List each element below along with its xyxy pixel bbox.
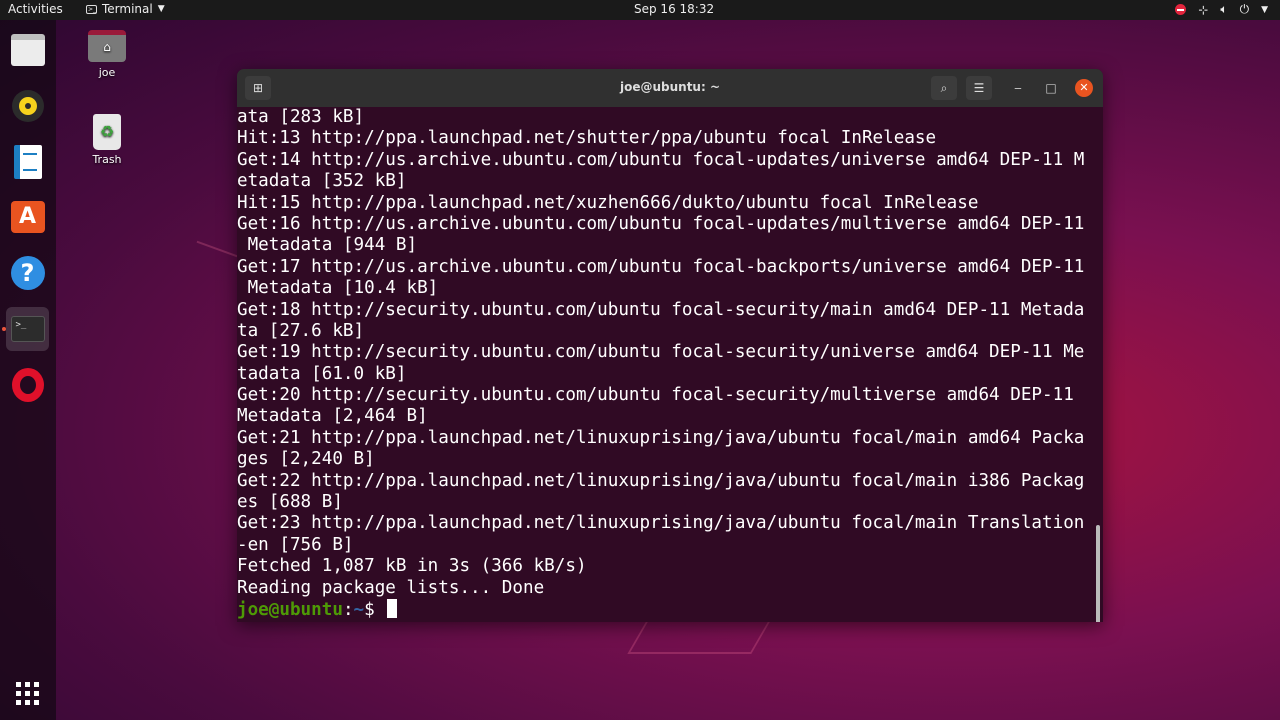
files-icon xyxy=(10,34,45,66)
terminal-line: Get:18 http://security.ubuntu.com/ubuntu… xyxy=(237,299,1085,320)
search-button[interactable]: ⌕ xyxy=(931,76,957,100)
terminal-line: Get:21 http://ppa.launchpad.net/linuxupr… xyxy=(237,427,1085,448)
terminal-line: Get:14 http://us.archive.ubuntu.com/ubun… xyxy=(237,149,1085,170)
chevron-down-icon: ▼ xyxy=(157,4,165,14)
terminal-titlebar[interactable]: ⊞ joe@ubuntu: ~ ⌕ ☰ ‒ □ ✕ xyxy=(237,69,1103,107)
volume-icon[interactable]: 🔈︎ xyxy=(1220,2,1227,17)
terminal-icon: >_ xyxy=(10,316,45,342)
terminal-line: ta [27.6 kB] xyxy=(237,320,365,341)
terminal-line: Get:23 http://ppa.launchpad.net/linuxupr… xyxy=(237,513,1085,534)
show-applications-button[interactable] xyxy=(6,671,49,715)
activities-button[interactable]: Activities xyxy=(8,2,63,16)
desktop-home-folder[interactable]: ⌂ joe xyxy=(77,30,137,79)
close-icon: ✕ xyxy=(1079,81,1089,94)
terminal-line: Get:17 http://us.archive.ubuntu.com/ubun… xyxy=(237,256,1085,277)
close-button[interactable]: ✕ xyxy=(1075,79,1093,97)
terminal-output[interactable]: ata [283 kB] Hit:13 http://ppa.launchpad.… xyxy=(237,107,1103,622)
hamburger-menu-icon: ☰ xyxy=(973,81,985,95)
top-bar: Activities >_ Terminal ▼ Sep 16 18:32 ⊹ … xyxy=(0,0,1280,20)
rhythmbox-icon xyxy=(11,90,44,122)
terminal-line: Hit:13 http://ppa.launchpad.net/shutter/… xyxy=(237,128,937,149)
network-icon[interactable]: ⊹ xyxy=(1198,3,1208,17)
opera-icon xyxy=(11,368,44,402)
clock[interactable]: Sep 16 18:32 xyxy=(634,2,714,16)
terminal-line: Get:16 http://us.archive.ubuntu.com/ubun… xyxy=(237,213,1085,234)
terminal-line: tadata [61.0 kB] xyxy=(237,363,407,384)
do-not-disturb-icon[interactable] xyxy=(1175,4,1187,15)
prompt-path: ~ xyxy=(353,599,365,620)
prompt-user-host: joe@ubuntu xyxy=(237,599,343,620)
app-menu[interactable]: >_ Terminal ▼ xyxy=(86,2,165,16)
scrollbar[interactable] xyxy=(1096,525,1100,622)
chevron-down-icon[interactable]: ▼ xyxy=(1261,5,1268,15)
prompt-symbol: $ xyxy=(364,599,386,620)
dock-files[interactable] xyxy=(6,28,49,72)
terminal-line: Get:20 http://security.ubuntu.com/ubuntu… xyxy=(237,385,1074,406)
terminal-line: Metadata [944 B] xyxy=(237,235,418,256)
trash-icon: ♻ xyxy=(93,114,121,150)
terminal-line: es [688 B] xyxy=(237,492,343,513)
running-indicator xyxy=(2,327,6,331)
dock-software[interactable]: A xyxy=(6,195,49,239)
dock: A ? >_ xyxy=(0,20,56,720)
dock-writer[interactable] xyxy=(6,140,49,184)
terminal-line: Reading package lists... Done xyxy=(237,577,545,598)
terminal-line: -en [756 B] xyxy=(237,534,354,555)
dock-terminal[interactable]: >_ xyxy=(2,307,49,351)
terminal-line: ges [2,240 B] xyxy=(237,449,375,470)
maximize-button[interactable]: □ xyxy=(1042,79,1060,97)
terminal-line: Get:22 http://ppa.launchpad.net/linuxupr… xyxy=(237,470,1085,491)
terminal-line: ata [283 kB] xyxy=(237,107,365,127)
menu-button[interactable]: ☰ xyxy=(966,76,992,100)
terminal-icon: >_ xyxy=(86,4,97,14)
minimize-button[interactable]: ‒ xyxy=(1009,79,1027,97)
power-icon[interactable]: ⏻ xyxy=(1240,2,1250,17)
help-icon: ? xyxy=(10,256,45,290)
terminal-window[interactable]: ⊞ joe@ubuntu: ~ ⌕ ☰ ‒ □ ✕ ata [283 kB] Hi… xyxy=(237,69,1103,622)
text-cursor xyxy=(387,598,398,618)
app-menu-label: Terminal xyxy=(102,2,153,16)
terminal-line: Hit:15 http://ppa.launchpad.net/xuzhen66… xyxy=(237,192,979,213)
desktop-icon-label: Trash xyxy=(92,153,122,166)
terminal-line: Fetched 1,087 kB in 3s (366 kB/s) xyxy=(237,556,587,577)
search-icon: ⌕ xyxy=(940,81,948,95)
home-folder-icon: ⌂ xyxy=(88,30,126,62)
system-tray[interactable]: ⊹ 🔈︎ ⏻ ▼ xyxy=(1175,2,1268,17)
ubuntu-software-icon: A xyxy=(10,201,45,233)
desktop-icon-label: joe xyxy=(98,66,116,79)
prompt-separator: : xyxy=(342,599,354,620)
libreoffice-writer-icon xyxy=(13,145,42,179)
terminal-line: etadata [352 kB] xyxy=(237,171,407,192)
prompt-line[interactable]: joe@ubuntu:~$ xyxy=(237,598,1103,620)
terminal-lines: ata [283 kB] Hit:13 http://ppa.launchpad.… xyxy=(237,107,1103,599)
show-applications-icon xyxy=(16,681,39,705)
terminal-line: Metadata [2,464 B] xyxy=(237,406,428,427)
dock-rhythmbox[interactable] xyxy=(6,84,49,128)
terminal-line: Get:19 http://security.ubuntu.com/ubuntu… xyxy=(237,342,1085,363)
desktop-trash[interactable]: ♻ Trash xyxy=(77,114,137,166)
dock-help[interactable]: ? xyxy=(6,251,49,295)
dock-opera[interactable] xyxy=(6,363,49,407)
terminal-line: Metadata [10.4 kB] xyxy=(237,278,439,299)
